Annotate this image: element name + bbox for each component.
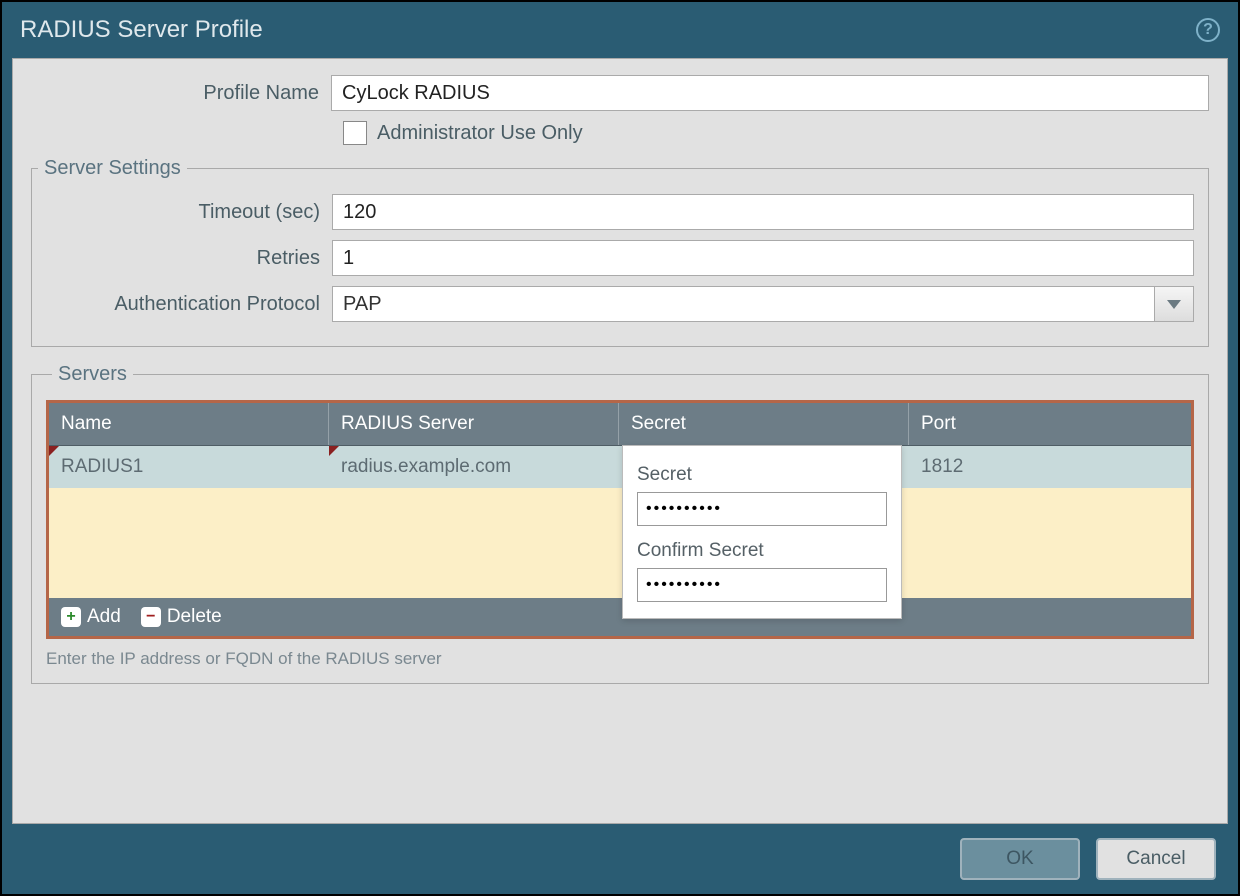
delete-label: Delete bbox=[167, 606, 222, 628]
plus-icon: + bbox=[61, 607, 81, 627]
col-port-header[interactable]: Port bbox=[909, 403, 1191, 445]
delete-button[interactable]: − Delete bbox=[141, 606, 222, 628]
radius-server-profile-dialog: RADIUS Server Profile ? Profile Name Adm… bbox=[0, 0, 1240, 896]
timeout-row: Timeout (sec) bbox=[32, 194, 1194, 230]
minus-icon: − bbox=[141, 607, 161, 627]
servers-table-header: Name RADIUS Server Secret Port bbox=[49, 403, 1191, 446]
secret-label: Secret bbox=[637, 464, 887, 486]
admin-only-row: Administrator Use Only bbox=[343, 121, 1209, 145]
servers-group: Servers Name RADIUS Server Secret Port R… bbox=[31, 363, 1209, 684]
retries-input[interactable] bbox=[332, 240, 1194, 276]
confirm-secret-input[interactable] bbox=[637, 568, 887, 602]
auth-protocol-row: Authentication Protocol PAP bbox=[32, 286, 1194, 322]
dialog-footer: OK Cancel bbox=[2, 824, 1238, 894]
auth-protocol-value: PAP bbox=[332, 286, 1154, 322]
chevron-down-icon bbox=[1167, 300, 1181, 309]
auth-protocol-select[interactable]: PAP bbox=[332, 286, 1194, 322]
retries-row: Retries bbox=[32, 240, 1194, 276]
servers-table: Name RADIUS Server Secret Port RADIUS1 r… bbox=[46, 400, 1194, 639]
profile-name-label: Profile Name bbox=[31, 82, 331, 105]
table-empty-area bbox=[49, 488, 1191, 598]
cell-name[interactable]: RADIUS1 bbox=[49, 446, 329, 488]
dialog-body: Profile Name Administrator Use Only Serv… bbox=[12, 58, 1228, 824]
confirm-secret-label: Confirm Secret bbox=[637, 540, 887, 562]
ok-button[interactable]: OK bbox=[960, 838, 1080, 880]
profile-name-row: Profile Name bbox=[31, 75, 1209, 111]
servers-table-footer: + Add − Delete bbox=[49, 598, 1191, 636]
secret-input[interactable] bbox=[637, 492, 887, 526]
add-label: Add bbox=[87, 606, 121, 628]
cell-radius-server[interactable]: radius.example.com bbox=[329, 446, 619, 488]
auth-protocol-dropdown-button[interactable] bbox=[1154, 286, 1194, 322]
retries-label: Retries bbox=[32, 247, 332, 270]
auth-protocol-label: Authentication Protocol bbox=[32, 293, 332, 316]
col-secret-header[interactable]: Secret bbox=[619, 403, 909, 445]
col-name-header[interactable]: Name bbox=[49, 403, 329, 445]
profile-name-input[interactable] bbox=[331, 75, 1209, 111]
admin-only-checkbox[interactable] bbox=[343, 121, 367, 145]
col-radius-server-header[interactable]: RADIUS Server bbox=[329, 403, 619, 445]
cell-port[interactable]: 1812 bbox=[909, 446, 1191, 488]
dialog-titlebar: RADIUS Server Profile ? bbox=[2, 2, 1238, 58]
add-button[interactable]: + Add bbox=[61, 606, 121, 628]
cancel-button[interactable]: Cancel bbox=[1096, 838, 1216, 880]
server-settings-group: Server Settings Timeout (sec) Retries Au… bbox=[31, 157, 1209, 347]
timeout-input[interactable] bbox=[332, 194, 1194, 230]
servers-hint: Enter the IP address or FQDN of the RADI… bbox=[46, 649, 1194, 669]
server-settings-legend: Server Settings bbox=[38, 157, 187, 180]
timeout-label: Timeout (sec) bbox=[32, 201, 332, 224]
servers-legend: Servers bbox=[52, 363, 133, 386]
table-row[interactable]: RADIUS1 radius.example.com 1812 bbox=[49, 446, 1191, 488]
admin-only-label: Administrator Use Only bbox=[377, 122, 583, 145]
secret-editor-popup: Secret Confirm Secret bbox=[622, 445, 902, 619]
help-icon[interactable]: ? bbox=[1196, 18, 1220, 42]
dialog-title: RADIUS Server Profile bbox=[20, 16, 263, 44]
